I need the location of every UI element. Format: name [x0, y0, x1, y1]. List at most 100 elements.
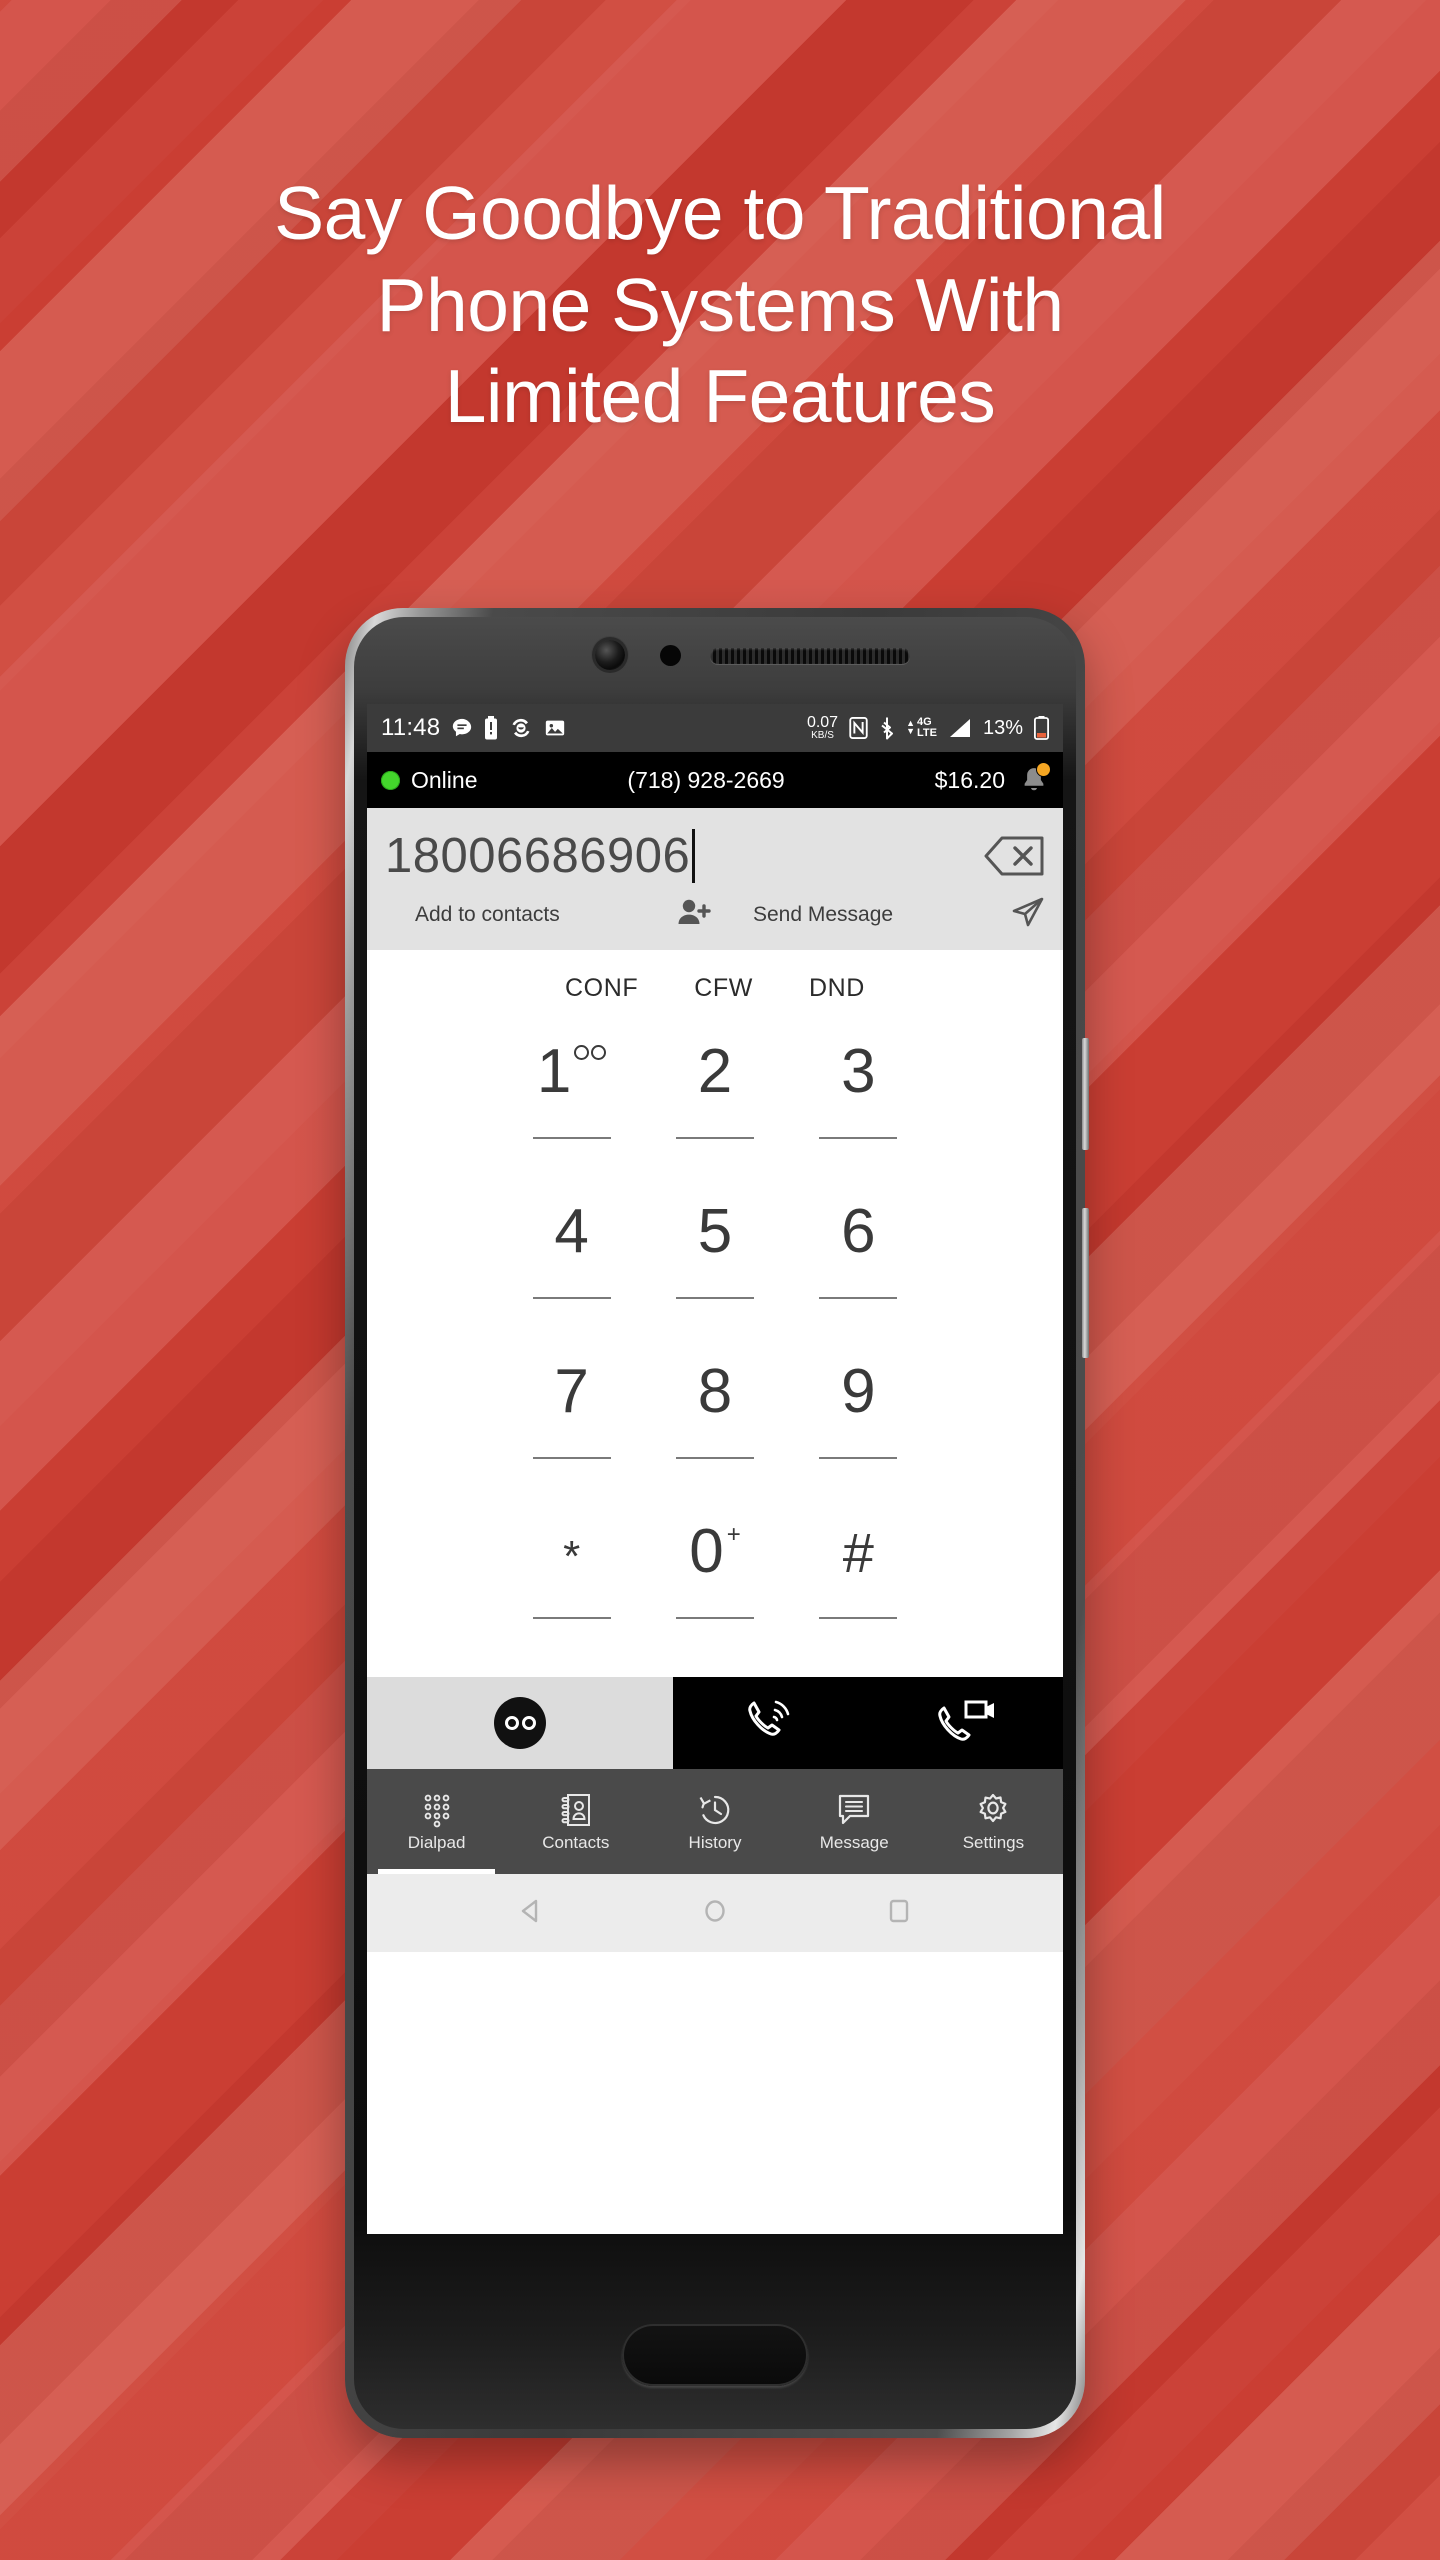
key-underline: [819, 1617, 898, 1619]
dialpad-key-4-label: 4: [554, 1197, 589, 1266]
add-to-contacts-label: Add to contacts: [415, 903, 560, 926]
backspace-button[interactable]: [983, 835, 1045, 877]
network-speed-value: 0.07: [806, 714, 839, 731]
dialpad-key-hash-label: #: [842, 1521, 874, 1584]
key-underline: [819, 1457, 898, 1459]
nav-item-history[interactable]: History: [645, 1769, 784, 1874]
proximity-sensor-icon: [660, 645, 681, 666]
android-navigation-bar: [367, 1874, 1063, 1952]
number-entry-area[interactable]: 18006686906: [367, 808, 1063, 884]
home-circle-icon: [705, 1899, 725, 1922]
back-button[interactable]: [514, 1894, 548, 1933]
dialed-number-value: 18006686906: [385, 829, 691, 883]
add-to-contacts-button[interactable]: Add to contacts: [385, 897, 715, 933]
power-button[interactable]: [1082, 1038, 1089, 1150]
dialpad-key-6[interactable]: 6: [787, 1201, 930, 1351]
dialpad-key-8-label: 8: [697, 1357, 733, 1426]
key-underline: [532, 1137, 611, 1139]
notification-badge: [1036, 762, 1051, 777]
video-call-button[interactable]: [868, 1677, 1063, 1769]
phone-screen: 11:48 0.07 KB/S ▲ ▼ 4G LTE 13% Online (7…: [367, 704, 1063, 2234]
dialpad-key-4[interactable]: 4: [500, 1201, 643, 1351]
plus-superscript: +: [726, 1521, 741, 1548]
dialpad-icon: [424, 1794, 449, 1828]
feature-toggle-row: CONF CFW DND: [367, 950, 1063, 1013]
send-icon: [1011, 896, 1045, 934]
voicemail-indicator-icon: [574, 1045, 607, 1060]
phone-mockup: 11:48 0.07 KB/S ▲ ▼ 4G LTE 13% Online (7…: [345, 608, 1089, 2438]
headline-line-2: Phone Systems With: [376, 262, 1064, 347]
recents-square-icon: [889, 1899, 909, 1922]
battery-icon: [1034, 716, 1049, 740]
nav-item-dialpad[interactable]: Dialpad: [367, 1769, 506, 1874]
dialpad-key-1[interactable]: 1: [500, 1041, 643, 1191]
nfc-icon: [849, 717, 868, 739]
person-add-icon: [677, 897, 711, 933]
call-button[interactable]: [673, 1677, 869, 1769]
dialpad-key-star[interactable]: *: [500, 1521, 643, 1671]
account-balance: $16.20: [934, 766, 1005, 793]
dialpad-key-hash[interactable]: #: [787, 1521, 930, 1671]
data-arrows-icon: ▲ ▼: [906, 718, 915, 736]
nav-item-message[interactable]: Message: [785, 1769, 924, 1874]
dialpad-key-7[interactable]: 7: [500, 1361, 643, 1511]
key-underline: [819, 1297, 898, 1299]
battery-percent-label: 13%: [982, 716, 1023, 739]
key-underline: [675, 1617, 754, 1619]
headline-line-3: Limited Features: [444, 354, 996, 438]
contacts-book-icon: [561, 1794, 590, 1826]
voicemail-button[interactable]: [367, 1677, 674, 1769]
call-icon: [747, 1700, 789, 1736]
hardware-home-button[interactable]: [622, 2324, 808, 2386]
dialpad-key-5-label: 5: [697, 1197, 733, 1266]
key-underline: [675, 1297, 754, 1299]
nav-item-settings[interactable]: Settings: [924, 1769, 1063, 1874]
key-underline: [532, 1617, 611, 1619]
battery-saver-icon: [484, 716, 498, 740]
conf-button[interactable]: CONF: [565, 974, 638, 1003]
send-message-button[interactable]: Send Message: [715, 896, 1045, 934]
dialpad-key-5[interactable]: 5: [643, 1201, 786, 1351]
dialpad-key-8[interactable]: 8: [643, 1361, 786, 1511]
history-clock-icon: [699, 1795, 730, 1825]
key-underline: [532, 1457, 611, 1459]
dialpad-key-2[interactable]: 2: [643, 1041, 786, 1191]
nav-item-history-label: History: [688, 1833, 742, 1852]
back-triangle-icon: [521, 1899, 538, 1922]
quick-action-row: Add to contacts Send Message: [367, 884, 1063, 950]
nav-item-contacts-label: Contacts: [542, 1833, 610, 1852]
nav-item-message-label: Message: [819, 1833, 889, 1852]
network-speed-indicator: 0.07 KB/S: [807, 715, 838, 741]
voicemail-icon: [494, 1697, 547, 1749]
front-camera-icon: [595, 640, 625, 670]
signal-bars-icon: [948, 717, 972, 739]
key-underline: [532, 1297, 611, 1299]
nav-item-settings-label: Settings: [962, 1833, 1025, 1852]
nav-item-contacts[interactable]: Contacts: [506, 1769, 645, 1874]
notifications-button[interactable]: [1019, 762, 1051, 795]
dialpad-key-9[interactable]: 9: [787, 1361, 930, 1511]
gear-icon: [979, 1793, 1007, 1823]
cfw-button[interactable]: CFW: [694, 974, 753, 1003]
message-icon: [451, 717, 473, 739]
top-bezel: [369, 626, 1061, 690]
volume-button[interactable]: [1082, 1208, 1089, 1358]
recents-button[interactable]: [882, 1894, 916, 1933]
key-underline: [675, 1137, 754, 1139]
dialpad-key-2-label: 2: [697, 1037, 733, 1106]
status-bar-left: 11:48: [381, 714, 566, 742]
dialpad-key-9-label: 9: [841, 1357, 876, 1426]
status-clock: 11:48: [381, 714, 441, 741]
video-call-icon: [937, 1700, 994, 1741]
home-button[interactable]: [698, 1894, 732, 1933]
dnd-button[interactable]: DND: [809, 974, 865, 1003]
message-bubble-icon: [839, 1794, 870, 1825]
app-bar: Online (718) 928-2669 $16.20: [367, 752, 1063, 808]
dialpad-key-star-label: *: [563, 1532, 581, 1581]
status-bar: 11:48 0.07 KB/S ▲ ▼ 4G LTE 13%: [367, 704, 1063, 752]
dialpad-key-0[interactable]: 0 +: [643, 1521, 786, 1671]
dialed-number-field[interactable]: 18006686906: [385, 828, 983, 884]
dialpad-key-6-label: 6: [841, 1197, 876, 1266]
dialpad-key-7-label: 7: [554, 1357, 589, 1426]
dialpad-key-3[interactable]: 3: [787, 1041, 930, 1191]
